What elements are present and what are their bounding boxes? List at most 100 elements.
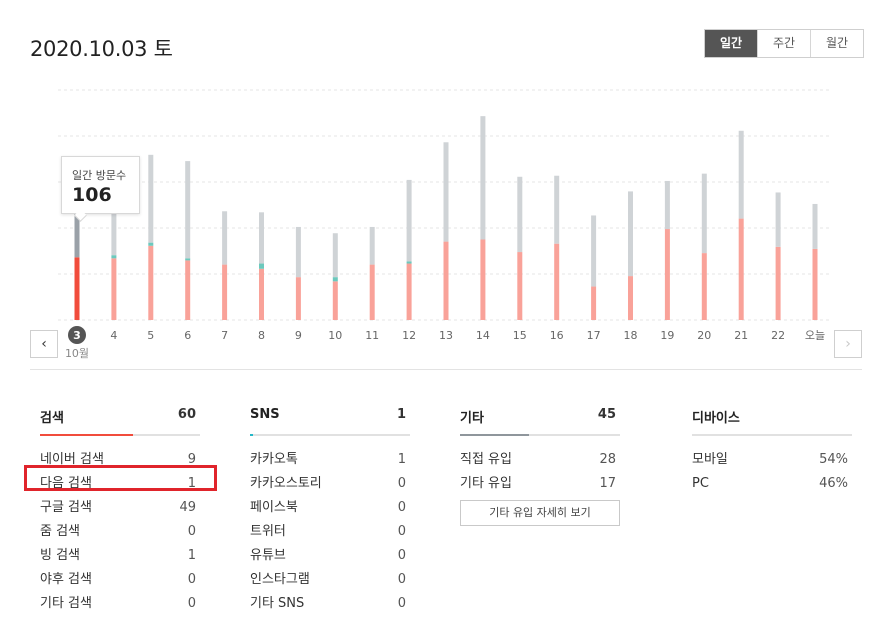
x-tick-label: 5	[147, 329, 154, 342]
row-value: 0	[397, 548, 406, 563]
list-item: 카카오톡 1	[250, 448, 410, 472]
visitor-bar-chart: 3 10월 4 5 6 7 8 9 10 11 12 13 14 15 16 17 18 19 20 21 22 오늘	[58, 89, 830, 360]
row-label: 기타 검색	[40, 596, 92, 611]
row-value: 0	[397, 476, 406, 491]
row-label: 페이스북	[250, 500, 298, 515]
list-item: 기타 검색 0	[40, 592, 200, 616]
x-tick-label: 12	[402, 329, 416, 342]
row-label: 기타 SNS	[250, 596, 305, 611]
list-item: 직접 유입 28	[460, 448, 620, 472]
x-tick-label: 9	[295, 329, 302, 342]
row-value: 17	[599, 476, 616, 491]
chart-prev-button[interactable]: ‹	[30, 330, 58, 358]
x-tick-label: 13	[439, 329, 453, 342]
panel-title: SNS	[250, 407, 280, 422]
panel-share-bar	[460, 434, 529, 436]
row-label: 기타 유입	[460, 476, 512, 491]
bar-segment	[295, 277, 301, 320]
device-panel: 디바이스 모바일 54% PC 46%	[692, 398, 852, 496]
x-tick-label: 10	[328, 329, 342, 342]
date-title: 2020.10.03 토	[30, 37, 173, 61]
row-label: 카카오톡	[250, 452, 298, 467]
tab-weekly[interactable]: 주간	[757, 30, 810, 57]
bar-segment	[332, 277, 338, 282]
search-panel: 검색 60 네이버 검색 9 다음 검색 1 구글 검색 49 줌 검색 0 빙 검색 1…	[40, 398, 200, 616]
list-item: 기타 SNS 0	[250, 592, 410, 616]
chevron-left-icon: ‹	[41, 336, 47, 352]
bar-segment	[332, 281, 338, 320]
list-item: 빙 검색 1	[40, 544, 200, 568]
bar-segment	[295, 226, 301, 278]
x-tick-label: 4	[110, 329, 117, 342]
bar-segment	[222, 264, 228, 320]
list-item: 트위터 0	[250, 520, 410, 544]
panel-rows: 카카오톡 1 카카오스토리 0 페이스북 0 트위터 0 유튜브 0 인스타그램 0 기타 …	[250, 448, 410, 616]
bar-segment	[185, 258, 191, 261]
row-label: 유튜브	[250, 548, 286, 563]
daily-visitors-tooltip: 일간 방문수 106	[61, 156, 140, 222]
bar-segment	[406, 179, 412, 262]
bar-segment	[664, 180, 670, 230]
row-label: 인스타그램	[250, 572, 310, 587]
bar-segment	[517, 176, 523, 253]
annotation-highlight-box	[24, 465, 217, 491]
chevron-right-icon: ›	[845, 336, 851, 352]
x-tick-label: 19	[660, 329, 674, 342]
bar-segment	[406, 263, 412, 320]
x-tick-label: 18	[624, 329, 638, 342]
x-tick-label: 16	[550, 329, 564, 342]
x-tick-label: 11	[365, 329, 379, 342]
row-value: 49	[179, 500, 196, 515]
x-tick-label: 21	[734, 329, 748, 342]
bar-segment	[259, 263, 264, 269]
month-label: 10월	[65, 347, 89, 360]
list-item: 야후 검색 0	[40, 568, 200, 592]
list-item: 기타 유입 17	[460, 472, 620, 496]
bar-segment	[332, 233, 338, 278]
row-value: 0	[397, 572, 406, 587]
tab-daily[interactable]: 일간	[705, 30, 757, 57]
list-item: 줌 검색 0	[40, 520, 200, 544]
tooltip-label: 일간 방문수	[72, 169, 127, 182]
bar-segment	[74, 257, 80, 320]
row-value: 0	[397, 524, 406, 539]
panel-rows: 모바일 54% PC 46%	[692, 448, 852, 496]
list-item: 유튜브 0	[250, 544, 410, 568]
list-item: 구글 검색 49	[40, 496, 200, 520]
bar-segment	[628, 276, 633, 320]
tab-monthly[interactable]: 월간	[810, 30, 863, 57]
list-item: 모바일 54%	[692, 448, 852, 472]
panel-title: 기타	[460, 411, 484, 426]
row-value: 1	[187, 548, 196, 563]
bar-segment	[775, 246, 781, 320]
panel-share-bar	[250, 434, 253, 436]
bar-segment	[185, 260, 191, 320]
bar-segment	[591, 215, 597, 287]
row-value: 46%	[819, 476, 848, 491]
panel-total: 1	[396, 407, 406, 422]
section-divider	[30, 369, 862, 370]
row-label: 줌 검색	[40, 524, 81, 539]
row-value: 0	[397, 500, 406, 515]
panel-header: 기타 45	[460, 398, 620, 436]
bar-segment	[554, 243, 560, 320]
panel-header: 검색 60	[40, 398, 200, 436]
bar-segment	[812, 203, 818, 249]
row-value: 0	[187, 596, 196, 611]
other-referral-detail-button[interactable]: 기타 유입 자세히 보기	[460, 500, 620, 526]
chart-next-button[interactable]: ›	[834, 330, 862, 358]
bar-segment	[701, 173, 707, 254]
panel-title: 검색	[40, 411, 64, 426]
bar-segment	[775, 192, 781, 247]
bar-segment	[812, 248, 818, 320]
x-tick-label: 17	[587, 329, 601, 342]
bar-segment	[443, 142, 449, 242]
bar-segment	[738, 218, 744, 320]
bar-segment	[185, 161, 191, 259]
bar-segment	[591, 286, 597, 320]
panel-total: 45	[597, 407, 616, 422]
bar-segment	[111, 258, 117, 320]
period-tabs: 일간 주간 월간	[704, 29, 864, 58]
row-value: 0	[187, 524, 196, 539]
sns-panel: SNS 1 카카오톡 1 카카오스토리 0 페이스북 0 트위터 0 유튜브 0 인스타그…	[250, 398, 410, 616]
